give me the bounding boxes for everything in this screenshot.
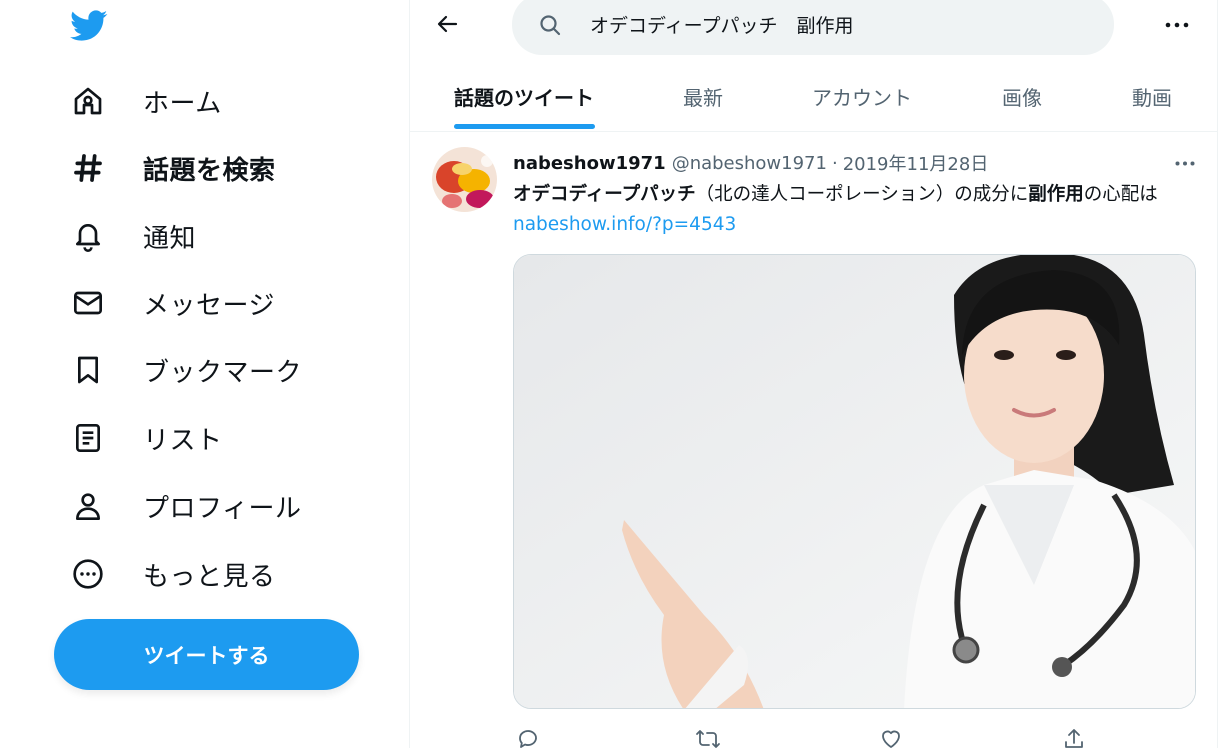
sidebar-item-messages[interactable]: メッセージ — [62, 277, 275, 329]
tab-accounts[interactable]: アカウント — [812, 60, 912, 132]
bookmark-icon — [72, 354, 104, 386]
bell-icon — [72, 220, 104, 252]
tweet-link[interactable]: nabeshow.info/?p=4543 — [513, 214, 736, 235]
twitter-logo-icon[interactable] — [70, 10, 108, 42]
sidebar-item-label: プロフィール — [143, 493, 302, 524]
sidebar-item-label: 通知 — [143, 223, 197, 254]
tweet-text-segment: の心配は — [1083, 184, 1158, 205]
tweet-image[interactable] — [513, 254, 1196, 709]
arrow-left-icon — [437, 15, 458, 33]
tweet-more-icon[interactable] — [1170, 152, 1200, 174]
list-icon — [72, 422, 104, 454]
envelope-icon — [72, 287, 104, 319]
sidebar-item-home[interactable]: ホーム — [62, 75, 222, 127]
share-icon[interactable] — [1059, 724, 1089, 748]
more-circle-icon — [72, 558, 104, 590]
sidebar-item-label: リスト — [143, 425, 223, 456]
home-icon — [72, 85, 104, 117]
search-icon — [538, 12, 564, 38]
author-handle[interactable]: @nabeshow1971 — [672, 153, 827, 174]
reply-icon[interactable] — [513, 724, 543, 748]
person-icon — [72, 490, 104, 522]
sidebar-item-lists[interactable]: リスト — [62, 412, 223, 464]
sidebar-item-more[interactable]: もっと見る — [62, 548, 276, 600]
sidebar-item-label: 話題を検索 — [143, 155, 276, 186]
hashtag-icon — [72, 152, 104, 184]
sidebar: ホーム 話題を検索 通知 メッセージ ブックマーク リスト プロフィール もっと… — [0, 0, 410, 748]
retweet-icon[interactable] — [693, 724, 723, 748]
avatar[interactable] — [432, 147, 497, 212]
active-tab-indicator — [454, 124, 595, 129]
tab-latest[interactable]: 最新 — [683, 60, 723, 132]
tab-photos[interactable]: 画像 — [1002, 60, 1042, 132]
sidebar-item-notifications[interactable]: 通知 — [62, 210, 196, 262]
tweet-header: nabeshow1971 @nabeshow1971 · 2019年11月28日 — [513, 150, 988, 176]
tweet-button[interactable]: ツイートする — [54, 619, 359, 690]
sidebar-item-label: メッセージ — [143, 290, 275, 321]
tweet-text-segment: （北の達人コーポレーション）の成分に — [695, 184, 1029, 205]
search-bar[interactable] — [512, 0, 1114, 55]
search-tabs: 話題のツイート 最新 アカウント 画像 動画 — [410, 60, 1218, 132]
sidebar-item-label: ホーム — [143, 88, 222, 119]
tweet-actions — [513, 724, 1196, 748]
like-icon[interactable] — [876, 724, 906, 748]
more-options-icon[interactable] — [1162, 10, 1192, 40]
tab-videos[interactable]: 動画 — [1132, 60, 1172, 132]
sidebar-item-bookmarks[interactable]: ブックマーク — [62, 344, 302, 396]
back-button[interactable] — [430, 6, 466, 42]
header-separator: · — [831, 152, 838, 174]
search-input[interactable] — [590, 13, 1090, 36]
tweet-text-highlight: オデコディープパッチ — [513, 184, 696, 205]
sidebar-item-explore[interactable]: 話題を検索 — [62, 142, 276, 194]
main-column: 話題のツイート 最新 アカウント 画像 動画 nabeshow1971 @nab… — [410, 0, 1218, 748]
tweet-date[interactable]: 2019年11月28日 — [843, 150, 989, 176]
tweet-text-highlight: 副作用 — [1028, 184, 1084, 205]
author-name[interactable]: nabeshow1971 — [513, 153, 666, 174]
tweet-text: オデコディープパッチ（北の達人コーポレーション）の成分に副作用の心配は nabe… — [513, 180, 1193, 240]
sidebar-item-profile[interactable]: プロフィール — [62, 480, 301, 532]
sidebar-item-label: もっと見る — [143, 561, 276, 592]
sidebar-item-label: ブックマーク — [143, 357, 303, 388]
tab-top[interactable]: 話題のツイート — [454, 60, 594, 132]
